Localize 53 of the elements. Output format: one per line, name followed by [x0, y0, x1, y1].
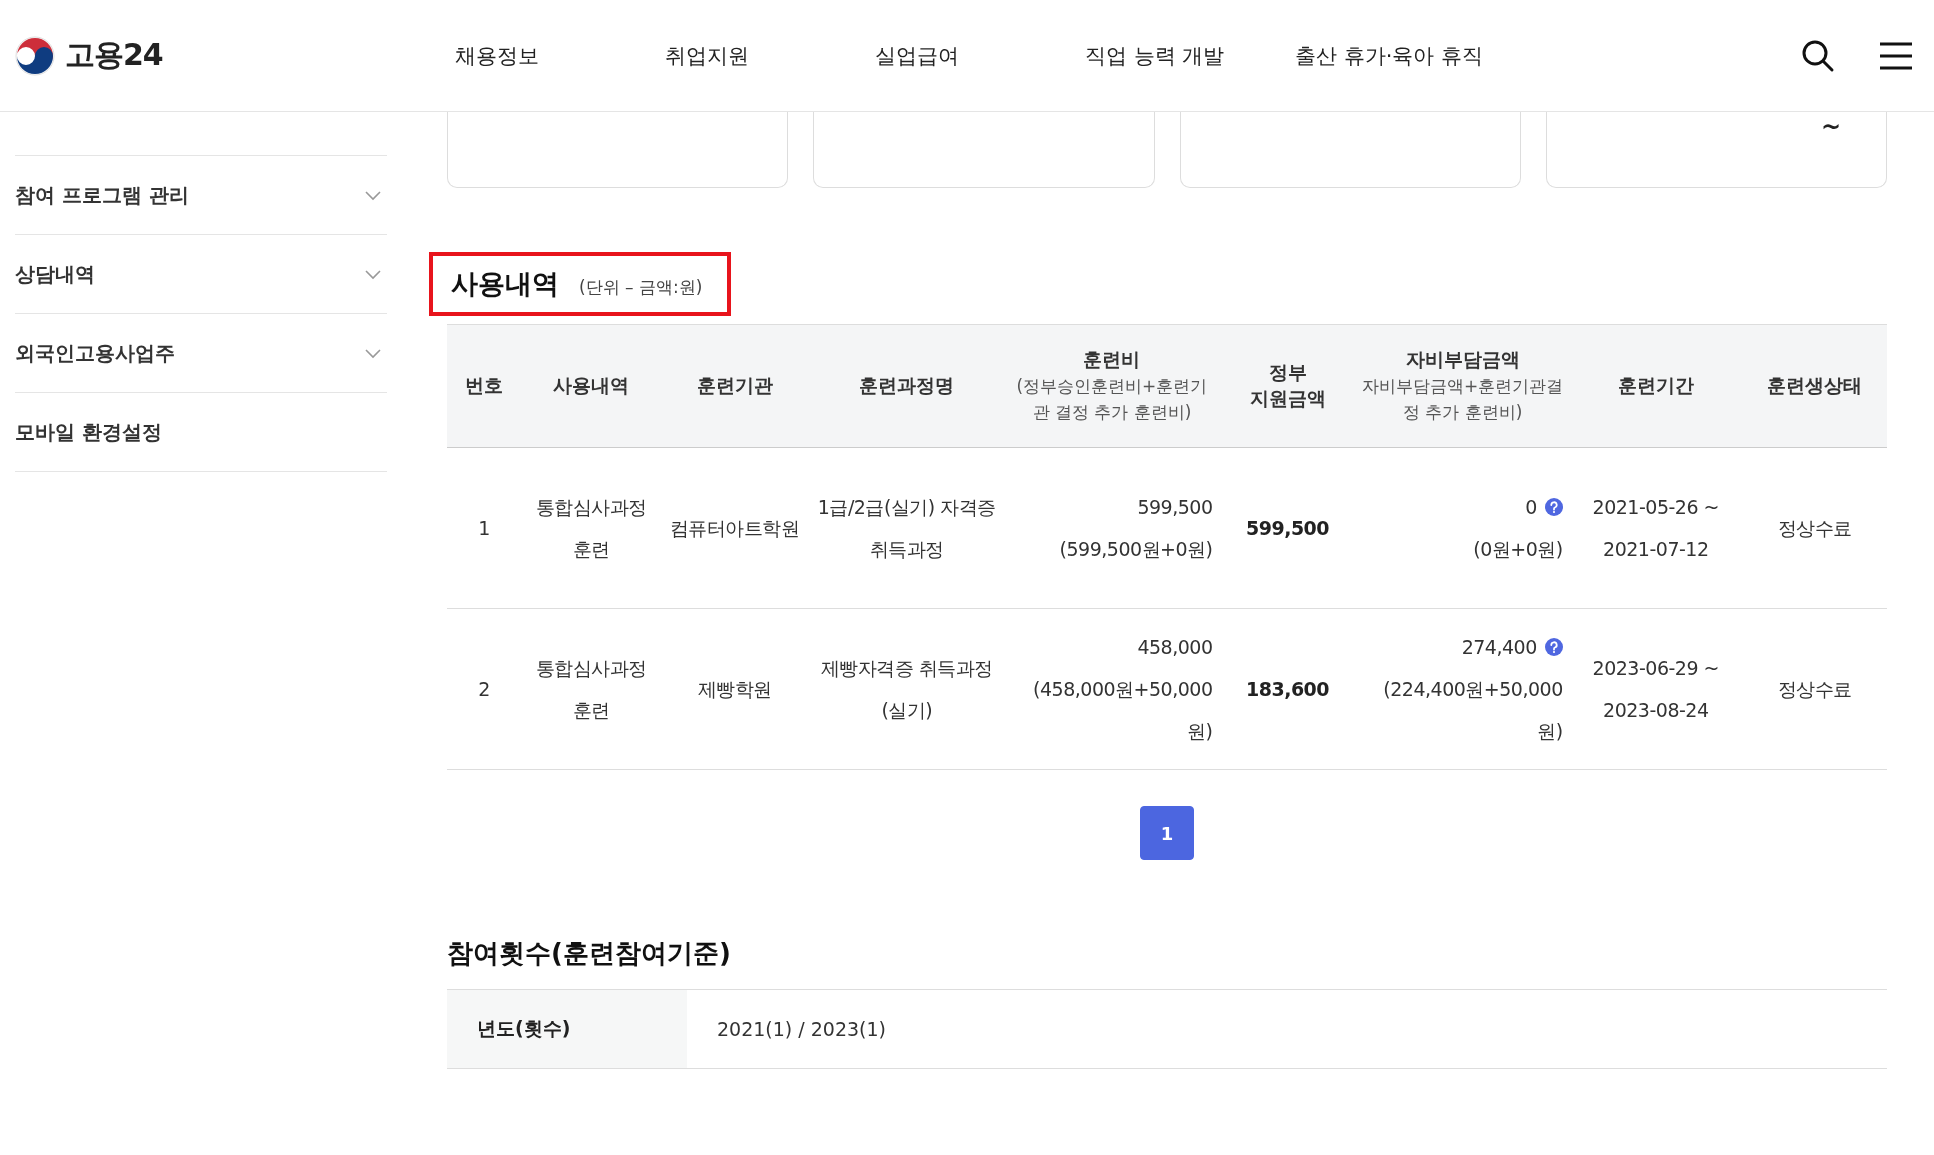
- sidebar-item[interactable]: 외국인고용사업주: [15, 314, 387, 393]
- table-cell: 1: [478, 517, 490, 539]
- nav-link[interactable]: 출산 휴가·육아 휴직: [1295, 41, 1484, 70]
- column-header: 번호: [464, 373, 504, 398]
- table-cell-text: 274,400: [1461, 635, 1537, 660]
- table-cell-text: (458,000원+50,000원): [1032, 677, 1213, 744]
- table-cell: 제빵자격증 취득과정(실기): [820, 657, 993, 721]
- table-cell: 2021-05-26 ~ 2021-07-12: [1592, 496, 1719, 560]
- column-header: 훈련기관: [695, 373, 774, 398]
- help-icon: [1544, 498, 1563, 516]
- table-cell: 제빵학원: [697, 678, 772, 700]
- taegeuk-logo-icon: [15, 35, 55, 76]
- table-cell: 2: [478, 678, 490, 700]
- table-cell: 1급/2급(실기) 자격증 취득과정: [817, 496, 996, 560]
- help-icon: [1544, 638, 1563, 656]
- table-cell-text: 0: [1525, 495, 1537, 520]
- nav-link[interactable]: 실업급여: [875, 41, 1085, 70]
- table-cell: 정상수료: [1777, 517, 1852, 539]
- table-cell: 183,600: [1246, 678, 1330, 700]
- table-cell-text: (224,400원+50,000원): [1382, 677, 1563, 744]
- column-header: 훈련과정명: [858, 373, 956, 398]
- column-subheader: (정부승인훈련비+훈련기관 결정 추가 훈련비): [1015, 375, 1209, 424]
- sidebar-item[interactable]: 참여 프로그램 관리: [15, 156, 387, 235]
- table-cell: 통합심사과정 훈련: [535, 657, 647, 721]
- summary-card: ~: [1545, 112, 1887, 188]
- section-title: 참여횟수(훈련참여기준): [447, 937, 732, 970]
- table-cell-text: 458,000: [1136, 635, 1213, 660]
- section-title: 사용내역: [451, 267, 559, 301]
- table-cell: 599,500: [1246, 517, 1330, 539]
- sidebar-item[interactable]: 모바일 환경설정: [15, 393, 387, 472]
- column-header: 정부 지원금액: [1248, 360, 1327, 411]
- nav-link[interactable]: 취업지원: [665, 41, 875, 70]
- column-header: 사용내역: [552, 373, 631, 398]
- column-header: 자비부담금액: [1404, 347, 1521, 372]
- table-cell-text: (0원+0원): [1472, 537, 1563, 562]
- table-cell-text: (599,500원+0원): [1058, 537, 1213, 562]
- table-cell-text: 2021(1) / 2023(1): [716, 1017, 886, 1042]
- column-header: 훈련비: [1082, 347, 1142, 372]
- table-header-cell: 년도(횟수): [447, 990, 687, 1068]
- table-cell: 통합심사과정 훈련: [535, 496, 647, 560]
- page-button[interactable]: 1: [1140, 806, 1194, 860]
- table-cell: 컴퓨터아트학원: [669, 517, 800, 539]
- column-subheader: 자비부담금액+훈련기관결정 추가 훈련비): [1361, 375, 1565, 424]
- unit-note: (단위 – 금액:원): [579, 276, 703, 299]
- table-cell: 2023-06-29 ~ 2023-08-24: [1592, 657, 1719, 721]
- column-header: 훈련생상태: [1766, 373, 1864, 398]
- nav-link[interactable]: 직업 능력 개발: [1085, 41, 1295, 70]
- table-cell: 정상수료: [1777, 678, 1852, 700]
- nav-link[interactable]: 채용정보: [455, 41, 665, 70]
- sidebar-item[interactable]: 상담내역: [15, 235, 387, 314]
- logo-text[interactable]: 고용24: [65, 35, 163, 76]
- column-header: 훈련기간: [1616, 373, 1695, 398]
- table-cell-text: 599,500: [1136, 495, 1213, 520]
